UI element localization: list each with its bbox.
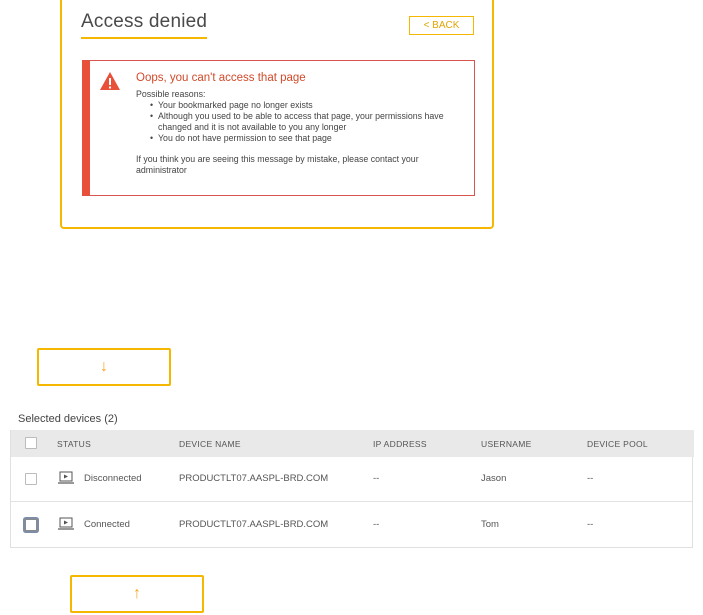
ip-address: -- (373, 473, 380, 484)
device-pool: -- (587, 473, 594, 484)
status-text: Disconnected (84, 473, 142, 484)
reason-item: You do not have permission to see that p… (150, 133, 466, 144)
column-header-ip-address[interactable]: IP ADDRESS (373, 439, 427, 449)
status-text: Connected (84, 519, 130, 530)
column-header-username[interactable]: USERNAME (481, 439, 532, 449)
column-header-device-name[interactable]: DEVICE NAME (179, 439, 241, 449)
alert-footer: If you think you are seeing this message… (136, 154, 419, 175)
table-header: STATUS DEVICE NAME IP ADDRESS USERNAME D… (11, 430, 694, 457)
reason-item: Your bookmarked page no longer exists (150, 100, 466, 111)
username: Jason (481, 473, 507, 484)
arrow-down-icon: ↓ (100, 358, 108, 375)
column-header-device-pool[interactable]: DEVICE POOL (587, 439, 648, 449)
device-name: PRODUCTLT07.AASPL-BRD.COM (179, 519, 329, 530)
devices-table: STATUS DEVICE NAME IP ADDRESS USERNAME D… (10, 430, 694, 548)
select-all-checkbox[interactable] (25, 437, 37, 449)
ip-address: -- (373, 519, 380, 530)
device-name: PRODUCTLT07.AASPL-BRD.COM (179, 473, 329, 484)
arrow-up-icon: ↑ (133, 585, 141, 602)
alert-body: Possible reasons: Your bookmarked page n… (136, 89, 466, 176)
access-denied-card: Access denied < BACK Oops, you can't acc… (60, 0, 494, 229)
table-row[interactable]: Connected PRODUCTLT07.AASPL-BRD.COM -- T… (11, 503, 692, 548)
selected-devices-label: Selected devices (2) (18, 413, 118, 425)
move-up-button[interactable]: ↑ (70, 575, 204, 613)
reasons-intro: Possible reasons: (136, 89, 206, 99)
username: Tom (481, 519, 499, 530)
move-down-button[interactable]: ↓ (37, 348, 171, 386)
reason-item: Although you used to be able to access t… (150, 111, 466, 133)
error-alert: Oops, you can't access that page Possibl… (82, 60, 475, 196)
row-checkbox[interactable] (25, 519, 37, 531)
device-icon (58, 517, 74, 530)
column-header-status[interactable]: STATUS (57, 439, 91, 449)
warning-icon (100, 72, 120, 90)
page-title: Access denied (81, 11, 208, 39)
alert-heading: Oops, you can't access that page (136, 72, 306, 84)
device-pool: -- (587, 519, 594, 530)
row-checkbox[interactable] (25, 473, 37, 485)
back-button[interactable]: < BACK (409, 16, 474, 35)
reasons-list: Your bookmarked page no longer exists Al… (150, 100, 466, 144)
device-icon (58, 471, 74, 484)
table-row[interactable]: Disconnected PRODUCTLT07.AASPL-BRD.COM -… (11, 457, 692, 502)
